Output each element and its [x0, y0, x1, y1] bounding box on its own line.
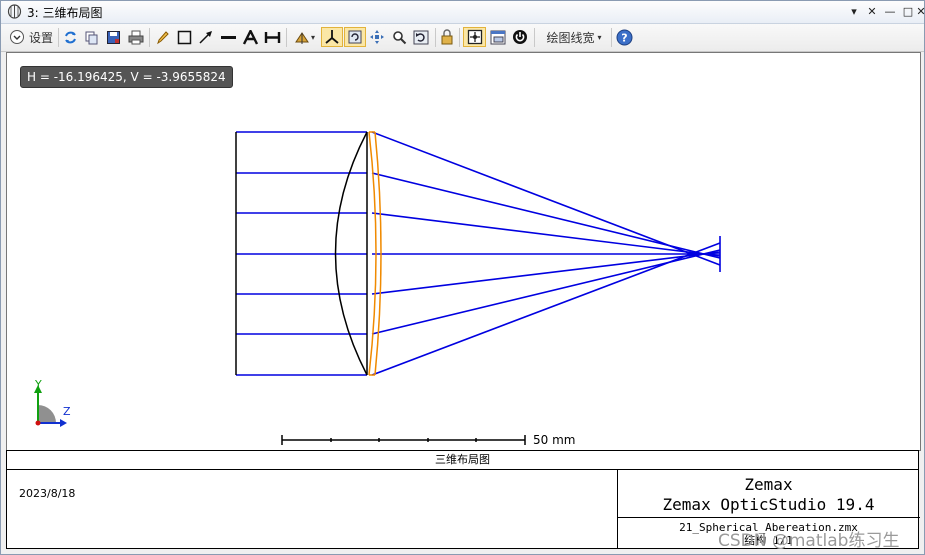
- maximize-button[interactable]: □: [899, 3, 917, 20]
- footer-date: 2023/8/18: [19, 487, 76, 500]
- settings-button[interactable]: 设置: [7, 27, 55, 47]
- help-icon[interactable]: ?: [615, 27, 633, 47]
- close-button[interactable]: ✕: [916, 3, 925, 20]
- pin-button[interactable]: ✕: [863, 3, 881, 20]
- window-options-icon[interactable]: [489, 27, 506, 47]
- pencil-icon[interactable]: [154, 27, 170, 47]
- reset-view-icon[interactable]: [412, 27, 430, 47]
- power-icon[interactable]: [511, 27, 528, 47]
- copy-icon[interactable]: [83, 27, 99, 47]
- footer-brand: Zemax Zemax OpticStudio 19.4: [617, 475, 920, 515]
- zoom-icon[interactable]: [391, 27, 407, 47]
- lock-icon[interactable]: [439, 27, 455, 47]
- line-width-label: 绘图线宽: [546, 30, 595, 45]
- arrow-icon[interactable]: [197, 27, 214, 47]
- rotate-axes-icon: [325, 30, 339, 44]
- fit-icon: [467, 29, 482, 45]
- layout-window: 3: 三维布局图 ▾ ✕ — □ ✕ 设置 ▾ 绘图线宽 ▾ ? H = -16…: [0, 0, 925, 555]
- refresh-icon[interactable]: [62, 27, 78, 47]
- y-axis-label: Y: [35, 378, 42, 391]
- rectangle-icon[interactable]: [176, 27, 192, 47]
- rotate-view-button[interactable]: [344, 27, 366, 47]
- text-icon[interactable]: [241, 27, 259, 47]
- rotate-view-icon: [348, 30, 362, 44]
- dimension-icon[interactable]: [263, 27, 281, 47]
- dropdown-arrow-icon: ▾: [310, 32, 315, 42]
- fit-to-window-button[interactable]: [463, 27, 486, 47]
- layout-canvas[interactable]: H = -16.196425, V = -3.9655824 Y Z 50 mm: [6, 52, 921, 451]
- z-axis-label: Z: [63, 405, 71, 418]
- footer-product: Zemax OpticStudio 19.4: [662, 495, 875, 514]
- title-bar: 3: 三维布局图 ▾ ✕ — □ ✕: [1, 1, 925, 24]
- chevron-down-icon: [9, 30, 24, 44]
- incoming-rays: [236, 131, 367, 376]
- focusing-rays: [371, 131, 721, 376]
- scale-bar-graphic: [281, 435, 526, 445]
- watermark-text: CSDN @matlab练习生: [718, 531, 900, 551]
- view-menu-button[interactable]: ▾: [291, 27, 318, 47]
- layout-window-icon: [7, 4, 22, 19]
- save-icon[interactable]: [105, 27, 121, 47]
- window-menu-button[interactable]: ▾: [845, 3, 863, 20]
- dropdown-arrow-icon: ▾: [597, 32, 602, 42]
- scale-bar-label: 50 mm: [533, 433, 576, 447]
- window-title: 3: 三维布局图: [27, 6, 103, 20]
- settings-label: 设置: [28, 30, 53, 45]
- footer-caption: 三维布局图: [7, 451, 918, 470]
- toolbar: 设置 ▾ 绘图线宽 ▾ ?: [1, 24, 924, 52]
- footer-company: Zemax: [744, 475, 793, 494]
- svg-text:?: ?: [621, 31, 627, 44]
- rotate-axes-button[interactable]: [321, 27, 343, 47]
- line-width-dropdown[interactable]: 绘图线宽 ▾: [539, 27, 609, 47]
- axes-view-icon: [295, 31, 309, 44]
- pan-icon[interactable]: [369, 27, 385, 47]
- optical-layout-drawing: [34, 131, 721, 445]
- line-icon[interactable]: [219, 27, 237, 47]
- minimize-button[interactable]: —: [881, 3, 899, 20]
- print-icon[interactable]: [127, 27, 144, 47]
